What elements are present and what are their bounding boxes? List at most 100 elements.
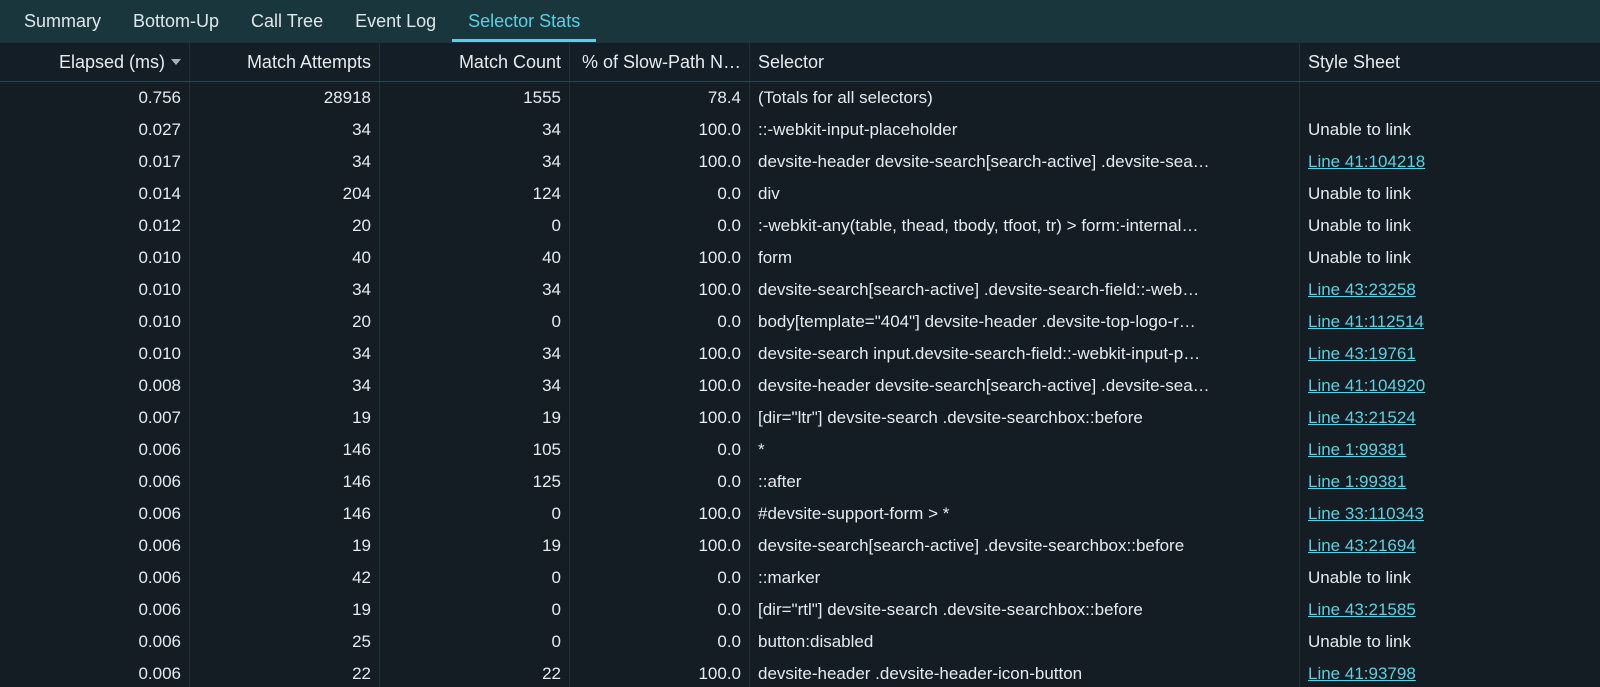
col-header-selector[interactable]: Selector [750, 43, 1300, 81]
cell-match-count: 0 [380, 626, 570, 658]
cell-match-attempts: 146 [190, 434, 380, 466]
cell-style-sheet: Line 43:21694 [1300, 530, 1600, 562]
cell-match-attempts: 20 [190, 306, 380, 338]
style-sheet-link[interactable]: Line 1:99381 [1308, 440, 1406, 460]
style-sheet-link[interactable]: Line 41:104920 [1308, 376, 1425, 396]
table-row[interactable]: 0.75628918155578.4(Totals for all select… [0, 82, 1600, 114]
cell-elapsed: 0.006 [0, 434, 190, 466]
cell-slow-path: 0.0 [570, 306, 750, 338]
cell-selector: [dir="ltr"] devsite-search .devsite-sear… [750, 402, 1300, 434]
cell-slow-path: 78.4 [570, 82, 750, 114]
cell-match-attempts: 40 [190, 242, 380, 274]
table-row[interactable]: 0.0103434100.0devsite-search input.devsi… [0, 338, 1600, 370]
table-row[interactable]: 0.0071919100.0[dir="ltr"] devsite-search… [0, 402, 1600, 434]
tab-call-tree[interactable]: Call Tree [235, 0, 339, 42]
cell-match-count: 19 [380, 530, 570, 562]
col-header-match-attempts[interactable]: Match Attempts [190, 43, 380, 81]
cell-style-sheet: Line 43:23258 [1300, 274, 1600, 306]
cell-match-count: 34 [380, 370, 570, 402]
cell-selector: ::after [750, 466, 1300, 498]
cell-selector: :-webkit-any(table, thead, tbody, tfoot,… [750, 210, 1300, 242]
cell-elapsed: 0.006 [0, 466, 190, 498]
tab-event-log[interactable]: Event Log [339, 0, 452, 42]
cell-slow-path: 100.0 [570, 242, 750, 274]
style-sheet-link[interactable]: Line 33:110343 [1308, 504, 1424, 524]
cell-selector: devsite-header .devsite-header-icon-butt… [750, 658, 1300, 687]
col-header-slow-path[interactable]: % of Slow-Path N… [570, 43, 750, 81]
table-row[interactable]: 0.0273434100.0::-webkit-input-placeholde… [0, 114, 1600, 146]
style-sheet-link[interactable]: Line 43:19761 [1308, 344, 1416, 364]
cell-slow-path: 100.0 [570, 402, 750, 434]
cell-slow-path: 100.0 [570, 530, 750, 562]
cell-match-attempts: 146 [190, 466, 380, 498]
col-header-style-sheet[interactable]: Style Sheet [1300, 43, 1600, 81]
table-row[interactable]: 0.0061461250.0::afterLine 1:99381 [0, 466, 1600, 498]
style-sheet-link[interactable]: Line 41:93798 [1308, 664, 1416, 684]
style-sheet-link[interactable]: Line 43:21585 [1308, 600, 1416, 620]
cell-elapsed: 0.006 [0, 562, 190, 594]
table-row[interactable]: 0.0104040100.0formUnable to link [0, 242, 1600, 274]
col-header-match-count[interactable]: Match Count [380, 43, 570, 81]
cell-match-attempts: 25 [190, 626, 380, 658]
col-header-elapsed[interactable]: Elapsed (ms) [0, 43, 190, 81]
cell-match-count: 0 [380, 594, 570, 626]
cell-selector: #devsite-support-form > * [750, 498, 1300, 530]
table-row[interactable]: 0.0061900.0[dir="rtl"] devsite-search .d… [0, 594, 1600, 626]
sort-descending-icon [171, 59, 181, 65]
cell-style-sheet: Unable to link [1300, 242, 1600, 274]
table-row[interactable]: 0.0142041240.0divUnable to link [0, 178, 1600, 210]
style-sheet-link[interactable]: Line 43:21694 [1308, 536, 1416, 556]
table-row[interactable]: 0.0064200.0::markerUnable to link [0, 562, 1600, 594]
selector-stats-table: Elapsed (ms) Match Attempts Match Count … [0, 42, 1600, 687]
cell-match-count: 19 [380, 402, 570, 434]
cell-selector: devsite-search[search-active] .devsite-s… [750, 274, 1300, 306]
style-sheet-link[interactable]: Line 43:23258 [1308, 280, 1416, 300]
table-row[interactable]: 0.0122000.0:-webkit-any(table, thead, tb… [0, 210, 1600, 242]
tab-selector-stats[interactable]: Selector Stats [452, 0, 596, 42]
cell-slow-path: 100.0 [570, 370, 750, 402]
tab-bottom-up[interactable]: Bottom-Up [117, 0, 235, 42]
style-sheet-link[interactable]: Line 41:112514 [1308, 312, 1424, 332]
cell-match-attempts: 19 [190, 530, 380, 562]
table-row[interactable]: 0.0061461050.0*Line 1:99381 [0, 434, 1600, 466]
cell-style-sheet: Unable to link [1300, 178, 1600, 210]
table-row[interactable]: 0.0173434100.0devsite-header devsite-sea… [0, 146, 1600, 178]
cell-slow-path: 100.0 [570, 338, 750, 370]
table-row[interactable]: 0.0103434100.0devsite-search[search-acti… [0, 274, 1600, 306]
table-row[interactable]: 0.0062222100.0devsite-header .devsite-he… [0, 658, 1600, 687]
cell-elapsed: 0.027 [0, 114, 190, 146]
cell-elapsed: 0.006 [0, 530, 190, 562]
cell-slow-path: 100.0 [570, 658, 750, 687]
cell-slow-path: 0.0 [570, 594, 750, 626]
cell-style-sheet: Unable to link [1300, 114, 1600, 146]
cell-elapsed: 0.010 [0, 274, 190, 306]
cell-match-count: 105 [380, 434, 570, 466]
table-row[interactable]: 0.0061460100.0#devsite-support-form > *L… [0, 498, 1600, 530]
style-sheet-link[interactable]: Line 43:21524 [1308, 408, 1416, 428]
table-row[interactable]: 0.0062500.0button:disabledUnable to link [0, 626, 1600, 658]
cell-elapsed: 0.014 [0, 178, 190, 210]
cell-style-sheet: Line 33:110343 [1300, 498, 1600, 530]
cell-match-count: 22 [380, 658, 570, 687]
cell-slow-path: 100.0 [570, 498, 750, 530]
tab-summary[interactable]: Summary [8, 0, 117, 42]
cell-style-sheet: Unable to link [1300, 210, 1600, 242]
table-row[interactable]: 0.0083434100.0devsite-header devsite-sea… [0, 370, 1600, 402]
cell-style-sheet [1300, 82, 1600, 114]
cell-match-count: 34 [380, 146, 570, 178]
table-row[interactable]: 0.0102000.0body[template="404"] devsite-… [0, 306, 1600, 338]
cell-slow-path: 0.0 [570, 434, 750, 466]
cell-match-attempts: 204 [190, 178, 380, 210]
table-header-row: Elapsed (ms) Match Attempts Match Count … [0, 42, 1600, 82]
style-sheet-link[interactable]: Line 1:99381 [1308, 472, 1406, 492]
cell-slow-path: 0.0 [570, 178, 750, 210]
cell-elapsed: 0.010 [0, 242, 190, 274]
cell-style-sheet: Unable to link [1300, 626, 1600, 658]
cell-style-sheet: Line 41:104218 [1300, 146, 1600, 178]
style-sheet-link[interactable]: Line 41:104218 [1308, 152, 1425, 172]
cell-match-count: 0 [380, 210, 570, 242]
table-row[interactable]: 0.0061919100.0devsite-search[search-acti… [0, 530, 1600, 562]
cell-match-count: 1555 [380, 82, 570, 114]
cell-match-attempts: 19 [190, 402, 380, 434]
cell-match-attempts: 34 [190, 370, 380, 402]
